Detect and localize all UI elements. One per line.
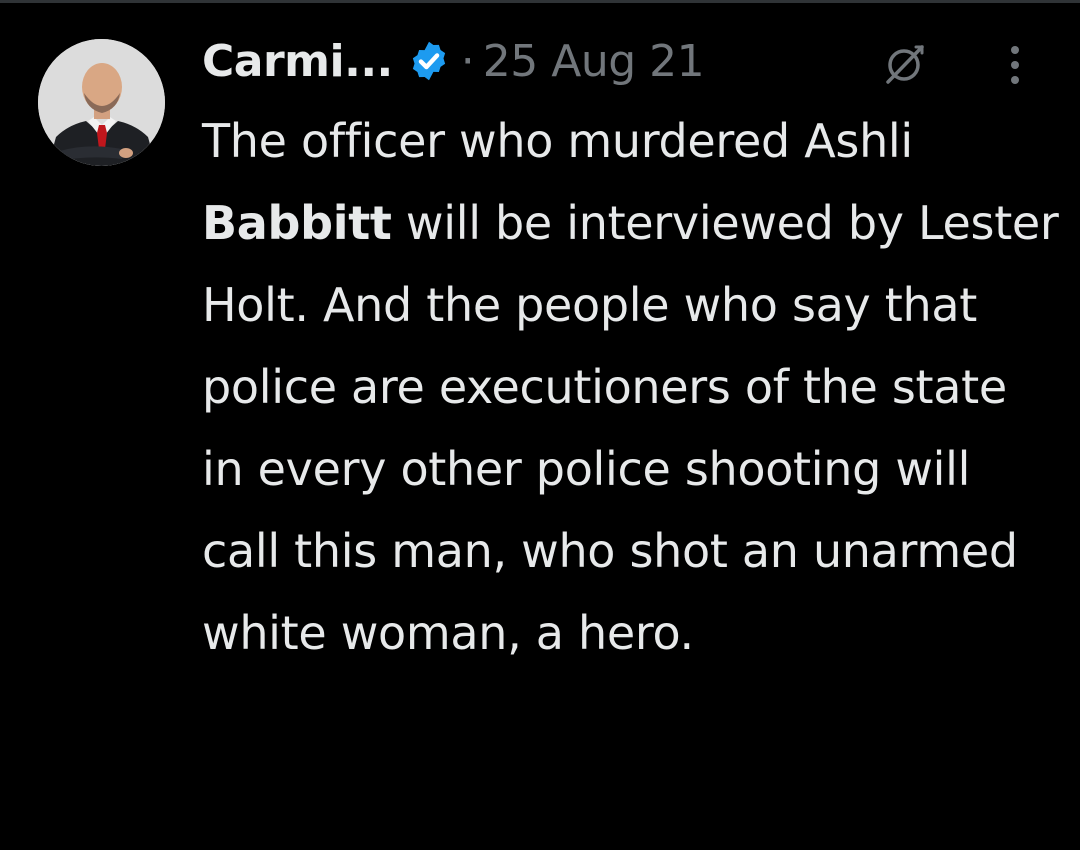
tweet-text: The officer who murdered Ashli Babbitt w… xyxy=(202,100,1062,674)
vertical-ellipsis-icon[interactable] xyxy=(1000,42,1030,88)
author-avatar[interactable] xyxy=(38,39,165,166)
tweet-text-part1: The officer who murdered Ashli xyxy=(202,114,913,168)
top-divider xyxy=(0,0,1080,3)
tweet-header: Carmi... · 25 Aug 21 xyxy=(202,32,705,90)
verified-badge-icon xyxy=(407,39,451,83)
slashed-circle-icon[interactable] xyxy=(880,38,930,88)
avatar-photo xyxy=(38,39,165,166)
tweet-timestamp[interactable]: 25 Aug 21 xyxy=(483,36,705,87)
header-separator: · xyxy=(460,35,475,87)
tweet-text-part2: will be interviewed by Lester Holt. And … xyxy=(202,196,1059,660)
tweet-text-highlight: Babbitt xyxy=(202,196,392,250)
author-display-name[interactable]: Carmi... xyxy=(202,36,393,87)
